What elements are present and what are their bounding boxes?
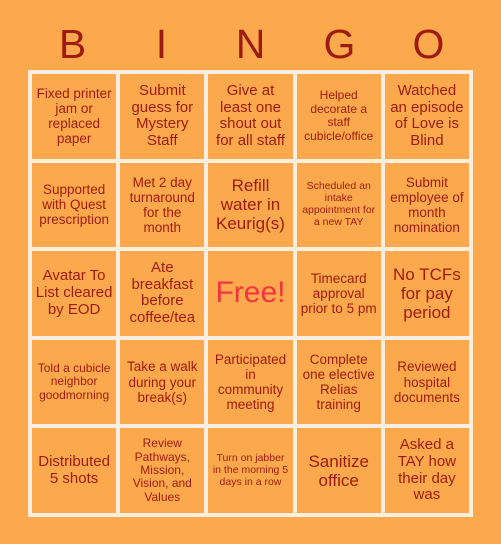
bingo-cell[interactable]: Timecard approval prior to 5 pm (296, 251, 381, 336)
bingo-cell[interactable]: Watched an episode of Love is Blind (384, 74, 469, 159)
bingo-cell[interactable]: Distributed 5 shots (32, 428, 117, 513)
bingo-cell[interactable]: Helped decorate a staff cubicle/office (296, 74, 381, 159)
bingo-cell[interactable]: Take a walk during your break(s) (120, 339, 205, 425)
header-letter-g: G (323, 20, 356, 67)
bingo-cell-free[interactable]: Free! (208, 251, 293, 336)
bingo-cell[interactable]: Asked a TAY how their day was (384, 428, 469, 513)
bingo-cell[interactable]: Complete one elective Relias training (296, 339, 381, 425)
bingo-cell-label: Give at least one shout out for all staf… (216, 81, 285, 150)
bingo-cell-label: Submit employee of month nomination (390, 174, 464, 235)
bingo-cell[interactable]: Review Pathways, Mission, Vision, and Va… (120, 428, 205, 513)
bingo-cell-label: Complete one elective Relias training (302, 351, 375, 413)
bingo-cell[interactable]: Submit guess for Mystery Staff (120, 74, 205, 159)
bingo-cell[interactable]: Submit employee of month nomination (384, 162, 469, 248)
bingo-cell[interactable]: Scheduled an intake appointment for a ne… (296, 162, 381, 248)
bingo-cell-label: Reviewed hospital documents (393, 359, 460, 405)
bingo-cell-label: Asked a TAY how their day was (397, 436, 457, 504)
bingo-cell-label: Helped decorate a staff cubicle/office (304, 88, 374, 143)
bingo-cell[interactable]: Supported with Quest prescription (32, 162, 117, 248)
bingo-cell[interactable]: Told a cubicle neighbor goodmorning (32, 339, 117, 425)
bingo-cell-label: Review Pathways, Mission, Vision, and Va… (132, 436, 192, 504)
bingo-header: B I N G O (28, 18, 473, 70)
bingo-cell[interactable]: Fixed printer jam or replaced paper (32, 74, 117, 159)
bingo-cell[interactable]: Give at least one shout out for all staf… (208, 74, 293, 159)
bingo-cell-label: Scheduled an intake appointment for a ne… (302, 180, 376, 228)
bingo-cell-label: Met 2 day turnaround for the month (129, 174, 195, 235)
bingo-card: B I N G O Fixed printer jam or replaced … (0, 0, 501, 544)
bingo-cell-label: Free! (215, 276, 286, 310)
bingo-cell-label: Ate breakfast before coffee/tea (129, 258, 196, 327)
header-letter-n: N (235, 20, 266, 67)
header-letter-i: I (155, 20, 168, 67)
header-letter-o: O (412, 20, 445, 67)
bingo-cell-label: Participated in community meeting (214, 351, 287, 413)
header-letter-b: B (58, 20, 87, 67)
bingo-cell-label: Watched an episode of Love is Blind (390, 81, 464, 150)
bingo-cell-label: Turn on jabber in the morning 5 days in … (212, 452, 289, 488)
bingo-cell-label: Sanitize office (308, 451, 369, 490)
bingo-cell[interactable]: Turn on jabber in the morning 5 days in … (208, 428, 293, 513)
bingo-cell-label: Timecard approval prior to 5 pm (300, 270, 377, 317)
bingo-grid: Fixed printer jam or replaced paper Submi… (32, 74, 469, 513)
bingo-cell-label: Take a walk during your break(s) (127, 359, 198, 405)
bingo-cell-label: Supported with Quest prescription (39, 182, 109, 228)
bingo-cell[interactable]: Participated in community meeting (208, 339, 293, 425)
bingo-cell[interactable]: Met 2 day turnaround for the month (120, 162, 205, 248)
bingo-grid-container: Fixed printer jam or replaced paper Submi… (28, 70, 473, 517)
bingo-cell[interactable]: Refill water in Keurig(s) (208, 162, 293, 248)
bingo-cell-label: Refill water in Keurig(s) (216, 176, 285, 234)
bingo-cell[interactable]: Sanitize office (296, 428, 381, 513)
bingo-cell[interactable]: Avatar To List cleared by EOD (32, 251, 117, 336)
bingo-cell-label: Submit guess for Mystery Staff (131, 81, 194, 150)
bingo-cell-label: Avatar To List cleared by EOD (35, 267, 113, 318)
bingo-cell[interactable]: No TCFs for pay period (384, 251, 469, 336)
bingo-cell-label: Fixed printer jam or replaced paper (36, 86, 112, 147)
bingo-cell-label: Told a cubicle neighbor goodmorning (37, 360, 111, 402)
bingo-cell-label: No TCFs for pay period (393, 264, 461, 322)
bingo-cell[interactable]: Ate breakfast before coffee/tea (120, 251, 205, 336)
bingo-cell-label: Distributed 5 shots (38, 452, 110, 487)
bingo-cell[interactable]: Reviewed hospital documents (384, 339, 469, 425)
